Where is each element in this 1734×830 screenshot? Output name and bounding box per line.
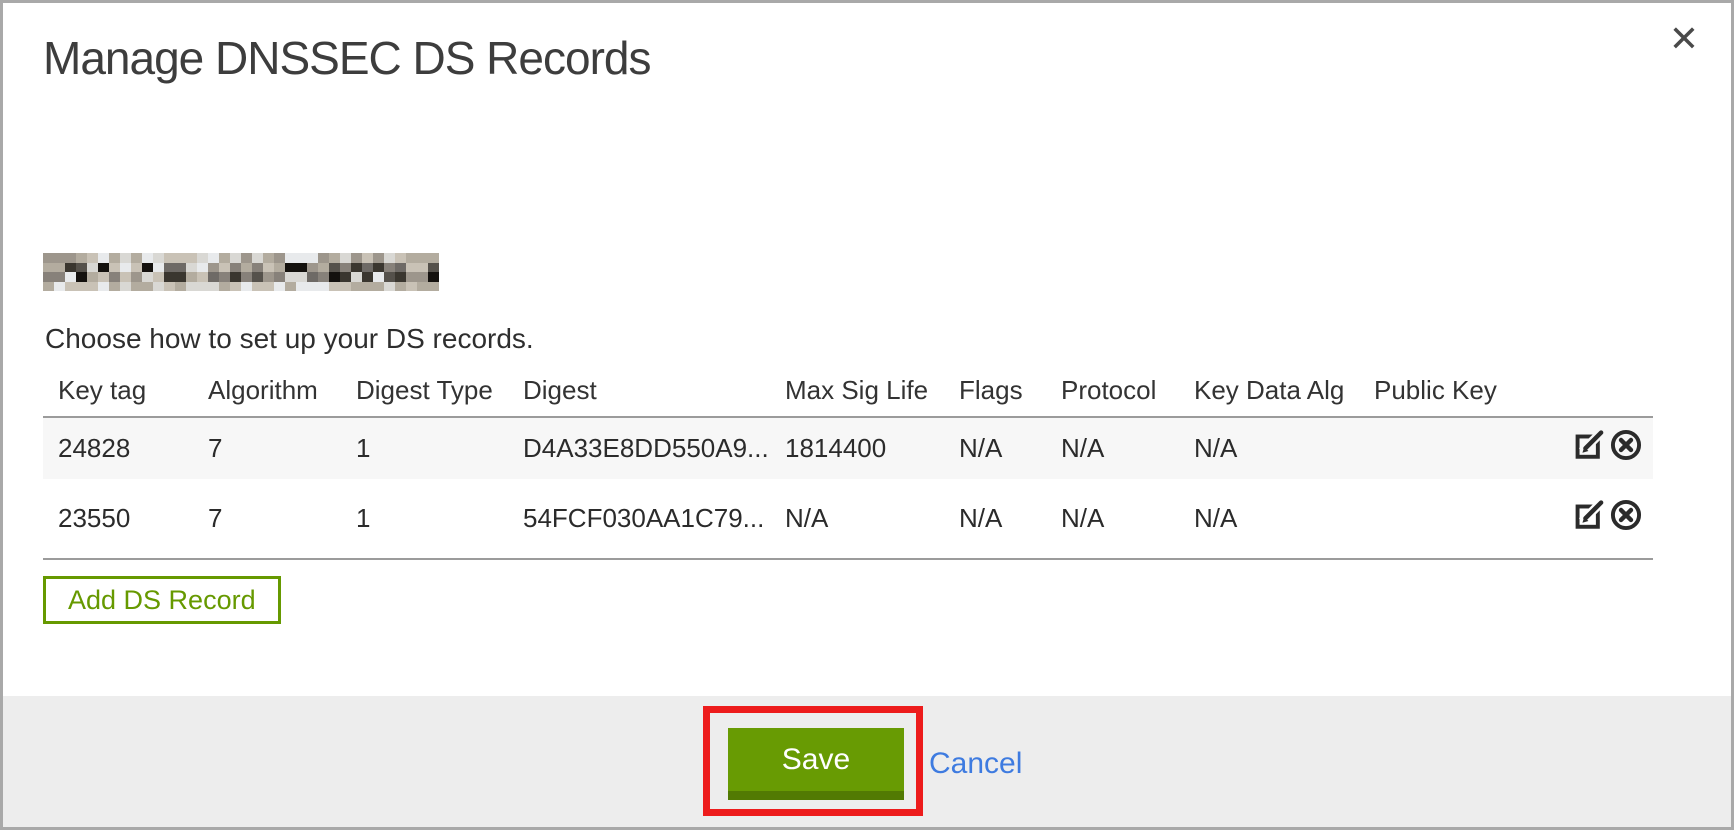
page-title: Manage DNSSEC DS Records xyxy=(43,31,650,85)
cell-key-data-alg: N/A xyxy=(1179,417,1359,479)
edit-icon[interactable] xyxy=(1573,428,1607,462)
column-header-actions xyxy=(1513,365,1653,417)
dnssec-ds-records-modal: Manage DNSSEC DS Records ✕ Choose how to… xyxy=(0,0,1734,830)
edit-icon[interactable] xyxy=(1573,498,1607,532)
cell-key-tag: 23550 xyxy=(43,479,193,559)
cell-public-key xyxy=(1359,417,1513,479)
cell-digest: D4A33E8DD550A9... xyxy=(508,417,770,479)
cell-digest-type: 1 xyxy=(341,479,508,559)
cell-algorithm: 7 xyxy=(193,479,341,559)
table-header-row: Key tag Algorithm Digest Type Digest Max… xyxy=(43,365,1653,417)
ds-records-table: Key tag Algorithm Digest Type Digest Max… xyxy=(43,365,1653,560)
cell-digest-type: 1 xyxy=(341,417,508,479)
close-icon[interactable]: ✕ xyxy=(1669,21,1699,57)
delete-icon[interactable] xyxy=(1609,498,1643,532)
cell-max-sig-life: 1814400 xyxy=(770,417,944,479)
cell-key-tag: 24828 xyxy=(43,417,193,479)
add-ds-record-button[interactable]: Add DS Record xyxy=(43,576,281,624)
cell-algorithm: 7 xyxy=(193,417,341,479)
cell-digest: 54FCF030AA1C79... xyxy=(508,479,770,559)
column-header-digest-type: Digest Type xyxy=(341,365,508,417)
cell-actions xyxy=(1513,479,1653,559)
cancel-link[interactable]: Cancel xyxy=(929,728,1022,800)
cell-key-data-alg: N/A xyxy=(1179,479,1359,559)
cell-flags: N/A xyxy=(944,479,1046,559)
table-row: 23550 7 1 54FCF030AA1C79... N/A N/A N/A … xyxy=(43,479,1653,559)
delete-icon[interactable] xyxy=(1609,428,1643,462)
column-header-key-tag: Key tag xyxy=(43,365,193,417)
redacted-domain-name xyxy=(43,253,439,291)
column-header-protocol: Protocol xyxy=(1046,365,1179,417)
column-header-max-sig-life: Max Sig Life xyxy=(770,365,944,417)
column-header-digest: Digest xyxy=(508,365,770,417)
column-header-public-key: Public Key xyxy=(1359,365,1513,417)
cell-max-sig-life: N/A xyxy=(770,479,944,559)
column-header-algorithm: Algorithm xyxy=(193,365,341,417)
instruction-text: Choose how to set up your DS records. xyxy=(45,323,534,355)
cell-public-key xyxy=(1359,479,1513,559)
cell-actions xyxy=(1513,417,1653,479)
save-button[interactable]: Save xyxy=(728,728,904,800)
cell-protocol: N/A xyxy=(1046,417,1179,479)
cell-flags: N/A xyxy=(944,417,1046,479)
column-header-key-data-alg: Key Data Alg xyxy=(1179,365,1359,417)
column-header-flags: Flags xyxy=(944,365,1046,417)
table-row: 24828 7 1 D4A33E8DD550A9... 1814400 N/A … xyxy=(43,417,1653,479)
cell-protocol: N/A xyxy=(1046,479,1179,559)
